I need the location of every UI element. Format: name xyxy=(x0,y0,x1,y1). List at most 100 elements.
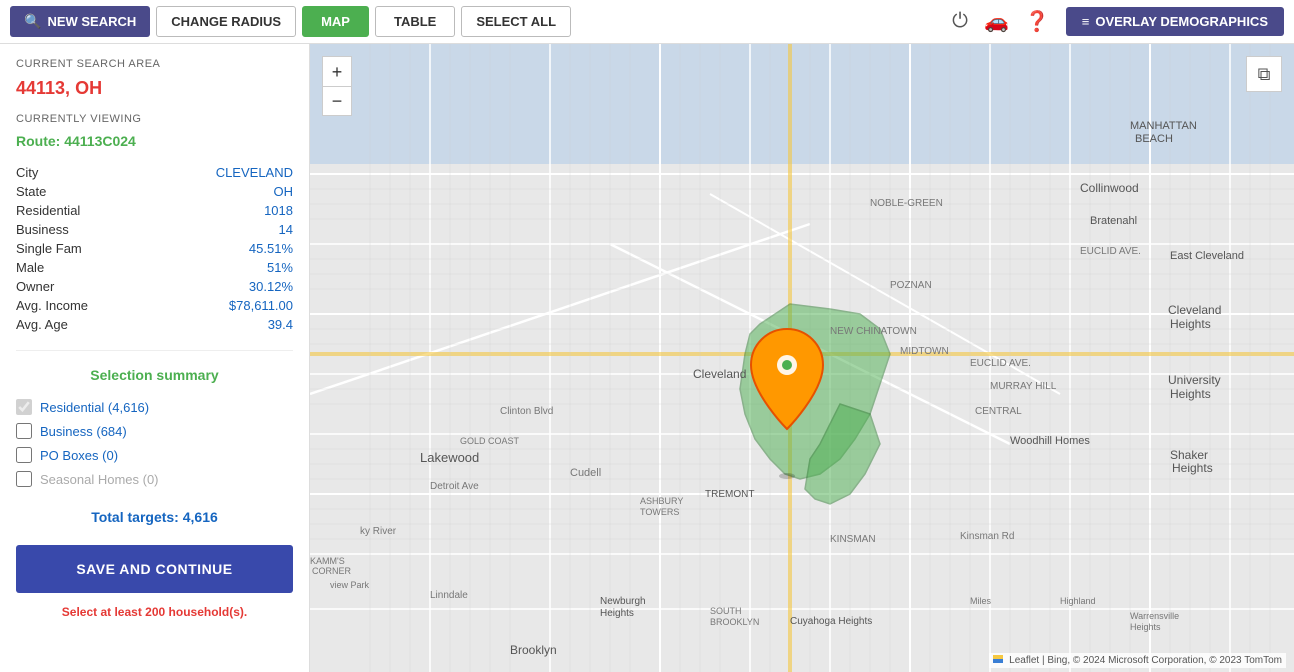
stat-label: State xyxy=(16,182,150,201)
svg-text:ASHBURY: ASHBURY xyxy=(640,496,683,506)
stat-value: $78,611.00 xyxy=(150,296,293,315)
new-search-button[interactable]: 🔍 NEW SEARCH xyxy=(10,6,150,37)
stats-table: CityCLEVELANDStateOHResidential1018Busin… xyxy=(16,163,293,334)
svg-text:POZNAN: POZNAN xyxy=(890,280,932,291)
svg-text:Heights: Heights xyxy=(1172,461,1213,475)
svg-text:Lakewood: Lakewood xyxy=(420,450,479,465)
cb-seasonal-checkbox[interactable] xyxy=(16,471,32,487)
left-panel: CURRENT SEARCH AREA 44113, OH CURRENTLY … xyxy=(0,44,310,672)
svg-text:KINSMAN: KINSMAN xyxy=(830,534,876,545)
toolbar: 🔍 NEW SEARCH CHANGE RADIUS MAP TABLE SEL… xyxy=(0,0,1294,44)
save-hint: Select at least 200 household(s). xyxy=(16,605,293,619)
table-tab-button[interactable]: TABLE xyxy=(375,6,455,37)
svg-text:Kinsman Rd: Kinsman Rd xyxy=(960,531,1014,542)
map-attribution: Leaflet | Bing, © 2024 Microsoft Corpora… xyxy=(989,653,1286,668)
cb-poboxes-label[interactable]: PO Boxes (0) xyxy=(40,448,118,463)
toolbar-right: ⏻ 🚗 ❓ ≡ OVERLAY DEMOGRAPHICS xyxy=(952,7,1284,36)
svg-text:Warrensville: Warrensville xyxy=(1130,611,1179,621)
save-continue-button[interactable]: SAVE AND CONTINUE xyxy=(16,545,293,593)
svg-text:Cleveland: Cleveland xyxy=(693,367,746,381)
cb-business-label[interactable]: Business (684) xyxy=(40,424,127,439)
select-all-button[interactable]: SELECT ALL xyxy=(461,6,571,37)
svg-text:Cuyahoga Heights: Cuyahoga Heights xyxy=(790,616,872,627)
map-svg: MANHATTAN BEACH Collinwood Bratenahl EUC… xyxy=(310,44,1294,672)
svg-text:CENTRAL: CENTRAL xyxy=(975,406,1022,417)
svg-text:BROOKLYN: BROOKLYN xyxy=(710,617,759,627)
svg-text:view Park: view Park xyxy=(330,580,370,590)
svg-text:Heights: Heights xyxy=(1130,622,1161,632)
power-icon-button[interactable]: ⏻ xyxy=(952,10,968,33)
stat-label: City xyxy=(16,163,150,182)
layers-icon: ≡ xyxy=(1082,14,1090,29)
stat-value: 51% xyxy=(150,258,293,277)
svg-text:SOUTH: SOUTH xyxy=(710,606,742,616)
cb-residential-checkbox[interactable] xyxy=(16,399,32,415)
divider xyxy=(16,350,293,351)
svg-text:MIDTOWN: MIDTOWN xyxy=(900,346,949,357)
svg-text:TREMONT: TREMONT xyxy=(705,489,754,500)
cb-residential-label[interactable]: Residential (4,616) xyxy=(40,400,149,415)
stat-label: Owner xyxy=(16,277,150,296)
svg-text:EUCLID AVE.: EUCLID AVE. xyxy=(970,358,1031,369)
svg-text:EUCLID AVE.: EUCLID AVE. xyxy=(1080,246,1141,257)
stat-value: 14 xyxy=(150,220,293,239)
stat-label: Male xyxy=(16,258,150,277)
checkbox-row-cb-residential: Residential (4,616) xyxy=(16,399,293,415)
svg-text:Heights: Heights xyxy=(1170,317,1211,331)
stat-value: 39.4 xyxy=(150,315,293,334)
stat-value: OH xyxy=(150,182,293,201)
overlay-demographics-button[interactable]: ≡ OVERLAY DEMOGRAPHICS xyxy=(1066,7,1284,36)
svg-text:Woodhill Homes: Woodhill Homes xyxy=(1010,435,1090,447)
current-search-area-label: CURRENT SEARCH AREA xyxy=(16,58,293,70)
zoom-out-button[interactable]: − xyxy=(322,86,352,116)
stat-label: Business xyxy=(16,220,150,239)
svg-text:Shaker: Shaker xyxy=(1170,448,1208,462)
map-layers-button[interactable]: ⧉ xyxy=(1246,56,1282,92)
currently-viewing-label: CURRENTLY VIEWING xyxy=(16,113,293,125)
car-icon-button[interactable]: 🚗 xyxy=(984,9,1009,34)
checkbox-row-cb-seasonal: Seasonal Homes (0) xyxy=(16,471,293,487)
map-area: MANHATTAN BEACH Collinwood Bratenahl EUC… xyxy=(310,44,1294,672)
svg-text:Linndale: Linndale xyxy=(430,590,468,601)
svg-text:CORNER: CORNER xyxy=(312,566,352,576)
cb-poboxes-checkbox[interactable] xyxy=(16,447,32,463)
checkboxes-container: Residential (4,616) Business (684) PO Boxe… xyxy=(16,399,293,495)
total-targets: Total targets: 4,616 xyxy=(16,509,293,525)
svg-text:BEACH: BEACH xyxy=(1135,133,1173,145)
svg-text:Heights: Heights xyxy=(1170,387,1211,401)
stat-label: Single Fam xyxy=(16,239,150,258)
change-radius-button[interactable]: CHANGE RADIUS xyxy=(156,6,296,37)
svg-text:NOBLE-GREEN: NOBLE-GREEN xyxy=(870,198,943,209)
stat-label: Residential xyxy=(16,201,150,220)
svg-text:Detroit Ave: Detroit Ave xyxy=(430,481,479,492)
svg-text:Newburgh: Newburgh xyxy=(600,596,646,607)
zoom-in-button[interactable]: + xyxy=(322,56,352,86)
svg-text:Clinton Blvd: Clinton Blvd xyxy=(500,406,553,417)
layers-icon: ⧉ xyxy=(1258,64,1271,85)
help-icon-button[interactable]: ❓ xyxy=(1025,9,1050,34)
svg-text:Cudell: Cudell xyxy=(570,467,601,479)
stat-value: 1018 xyxy=(150,201,293,220)
search-icon: 🔍 xyxy=(24,13,41,30)
svg-text:KAMM'S: KAMM'S xyxy=(310,556,345,566)
map-tab-button[interactable]: MAP xyxy=(302,6,369,37)
stat-value: 30.12% xyxy=(150,277,293,296)
svg-text:University: University xyxy=(1168,373,1221,387)
area-value: 44113, OH xyxy=(16,78,293,99)
svg-text:MANHATTAN: MANHATTAN xyxy=(1130,120,1197,132)
main-layout: CURRENT SEARCH AREA 44113, OH CURRENTLY … xyxy=(0,44,1294,672)
svg-text:Collinwood: Collinwood xyxy=(1080,181,1139,195)
cb-seasonal-label[interactable]: Seasonal Homes (0) xyxy=(40,472,159,487)
svg-text:ky River: ky River xyxy=(360,526,397,537)
stat-value: CLEVELAND xyxy=(150,163,293,182)
total-targets-value: 4,616 xyxy=(183,509,218,525)
selection-summary-title: Selection summary xyxy=(16,367,293,383)
svg-text:Heights: Heights xyxy=(600,608,634,619)
svg-text:Cleveland: Cleveland xyxy=(1168,303,1221,317)
stat-value: 45.51% xyxy=(150,239,293,258)
stat-label: Avg. Age xyxy=(16,315,150,334)
cb-business-checkbox[interactable] xyxy=(16,423,32,439)
svg-text:GOLD COAST: GOLD COAST xyxy=(460,436,520,446)
svg-text:NEW CHINATOWN: NEW CHINATOWN xyxy=(830,326,917,337)
svg-text:Brooklyn: Brooklyn xyxy=(510,643,557,657)
